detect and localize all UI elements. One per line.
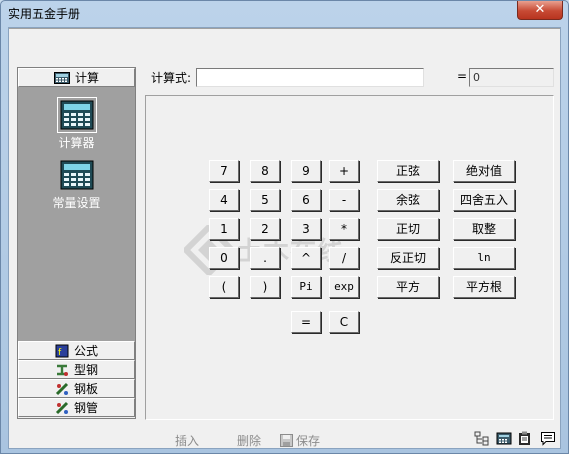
key-exp[interactable]: exp (329, 276, 359, 298)
client-area: 计算 计算器 常量设置 f 公式 型钢 钢板 钢管 计算式: = 0 土木在线 … (8, 27, 561, 449)
save-label: 保存 (296, 434, 321, 448)
key-absolute[interactable]: 绝对值 (453, 160, 515, 182)
calculator-icon[interactable] (496, 431, 512, 446)
nav-group-label: 公式 (73, 344, 98, 358)
key-6[interactable]: 6 (291, 189, 321, 211)
clipboard-icon[interactable] (517, 431, 533, 446)
save-button[interactable]: 保存 (280, 432, 320, 449)
key-4[interactable]: 4 (209, 189, 239, 211)
nav-item-label: 计算器 (58, 136, 95, 150)
bottom-toolbar: 插入 删除 保存 (9, 429, 560, 449)
key-minus[interactable]: - (329, 189, 359, 211)
result-field: 0 (469, 68, 554, 87)
equals-label: = (457, 69, 468, 83)
key-square-root[interactable]: 平方根 (453, 276, 515, 298)
key-multiply[interactable]: * (329, 218, 359, 240)
key-3[interactable]: 3 (291, 218, 321, 240)
tree-view-icon[interactable] (474, 431, 490, 446)
navigation-bar: 计算 计算器 常量设置 f 公式 型钢 钢板 钢管 (17, 67, 136, 419)
key-cosine[interactable]: 余弦 (377, 189, 439, 211)
key-2[interactable]: 2 (250, 218, 280, 240)
key-square[interactable]: 平方 (377, 276, 439, 298)
key-tangent[interactable]: 正切 (377, 218, 439, 240)
key-open-paren[interactable]: ( (209, 276, 239, 298)
calculator-icon (56, 97, 97, 133)
key-1[interactable]: 1 (209, 218, 239, 240)
steel-plate-icon (55, 382, 69, 395)
delete-button[interactable]: 删除 (237, 432, 261, 449)
formula-book-icon: f (55, 344, 69, 358)
nav-group-label: 型钢 (73, 363, 98, 377)
nav-item-constants[interactable]: 常量设置 (18, 160, 135, 211)
key-power[interactable]: ^ (291, 247, 321, 269)
main-frame: 计算 计算器 常量设置 f 公式 型钢 钢板 钢管 计算式: = 0 土木在线 … (9, 28, 560, 428)
key-integer[interactable]: 取整 (453, 218, 515, 240)
key-pi[interactable]: Pi (291, 276, 321, 298)
key-9[interactable]: 9 (291, 160, 321, 182)
key-plus[interactable]: + (329, 160, 359, 182)
window-title: 实用五金手册 (8, 7, 81, 21)
key-equals[interactable]: = (291, 311, 321, 333)
nav-group-steel-section[interactable]: 型钢 (18, 360, 135, 379)
app-window: 实用五金手册 ✕ 计算 计算器 常量设置 f 公式 型钢 钢板 钢管 计算式: … (0, 0, 569, 454)
key-8[interactable]: 8 (250, 160, 280, 182)
message-icon[interactable] (540, 431, 556, 446)
close-button[interactable]: ✕ (517, 1, 563, 20)
steel-pipe-icon (55, 401, 69, 414)
formula-label: 计算式: (151, 71, 192, 85)
key-ln[interactable]: ln (453, 247, 515, 269)
calculator-icon (53, 71, 70, 84)
key-0[interactable]: 0 (209, 247, 239, 269)
title-bar[interactable]: 实用五金手册 ✕ (1, 1, 568, 25)
nav-item-label: 常量设置 (52, 196, 101, 210)
nav-group-formula[interactable]: f 公式 (18, 341, 135, 360)
formula-input[interactable] (196, 68, 424, 87)
nav-group-calculate[interactable]: 计算 (18, 68, 135, 87)
close-icon: ✕ (534, 2, 546, 17)
nav-group-label: 钢管 (73, 401, 98, 415)
insert-button[interactable]: 插入 (175, 432, 199, 449)
constants-calculator-icon (60, 160, 93, 190)
floppy-disk-icon (280, 434, 293, 447)
nav-group-steel-pipe[interactable]: 钢管 (18, 398, 135, 417)
key-7[interactable]: 7 (209, 160, 239, 182)
nav-group-steel-plate[interactable]: 钢板 (18, 379, 135, 398)
key-arctangent[interactable]: 反正切 (377, 247, 439, 269)
key-round[interactable]: 四舍五入 (453, 189, 515, 211)
nav-group-label: 钢板 (73, 382, 98, 396)
nav-item-calculator[interactable]: 计算器 (18, 97, 135, 151)
key-divide[interactable]: / (329, 247, 359, 269)
key-5[interactable]: 5 (250, 189, 280, 211)
key-clear[interactable]: C (329, 311, 359, 333)
key-close-paren[interactable]: ) (250, 276, 280, 298)
nav-panel: 计算器 常量设置 (18, 87, 135, 341)
key-decimal[interactable]: . (250, 247, 280, 269)
key-sine[interactable]: 正弦 (377, 160, 439, 182)
steel-section-icon (56, 364, 68, 376)
nav-group-label: 计算 (74, 71, 99, 85)
